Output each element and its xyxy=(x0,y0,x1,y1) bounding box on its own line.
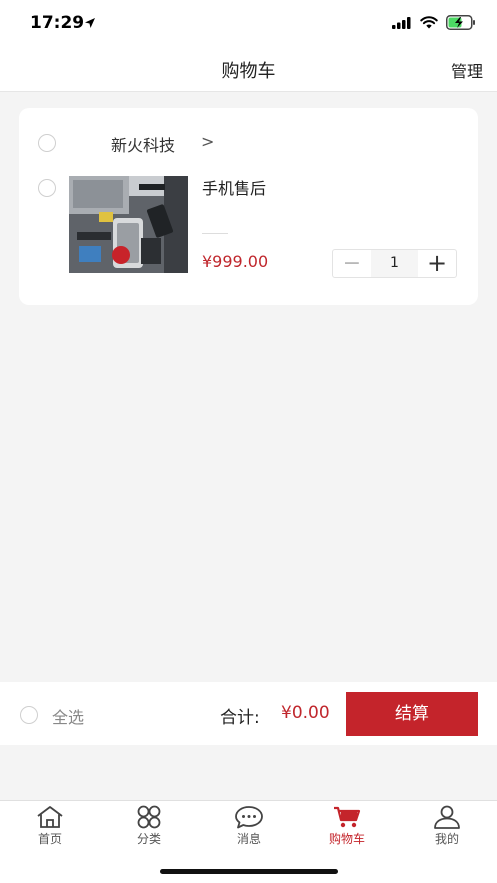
select-all-radio[interactable] xyxy=(20,706,38,724)
tab-home[interactable]: 首页 xyxy=(10,805,90,851)
tab-cart[interactable]: 购物车 xyxy=(307,805,387,851)
tab-mine-label: 我的 xyxy=(434,832,459,846)
cart-shop-card: 新火科技 > 手机售后 ¥999.00 − 1 + xyxy=(19,108,478,305)
tab-category[interactable]: 分类 xyxy=(109,805,189,851)
select-all-label[interactable]: 全选 xyxy=(52,704,84,728)
quantity-stepper: − 1 + xyxy=(332,249,457,278)
user-icon xyxy=(434,805,460,829)
checkout-bar: 全选 合计: ¥0.00 结算 xyxy=(0,682,497,745)
total-label: 合计: xyxy=(220,708,260,728)
message-icon xyxy=(235,806,263,829)
nav-bar: 购物车 管理 xyxy=(0,46,497,92)
category-icon xyxy=(137,805,161,829)
quantity-value[interactable]: 1 xyxy=(371,250,418,277)
location-arrow-icon xyxy=(85,18,95,28)
product-image[interactable] xyxy=(69,176,188,273)
tab-messages-label: 消息 xyxy=(236,832,261,846)
wifi-icon xyxy=(420,16,438,29)
page-title: 购物车 xyxy=(221,61,276,82)
shop-arrow-icon[interactable]: > xyxy=(201,132,214,151)
tab-home-label: 首页 xyxy=(37,832,62,846)
product-spec-divider xyxy=(202,233,228,234)
total-value: ¥0.00 xyxy=(281,703,330,723)
tab-cart-label: 购物车 xyxy=(328,832,365,846)
cellular-signal-icon xyxy=(392,17,411,29)
checkout-button[interactable]: 结算 xyxy=(346,692,478,736)
tab-category-label: 分类 xyxy=(136,832,161,846)
home-indicator xyxy=(160,869,338,874)
tab-mine[interactable]: 我的 xyxy=(407,805,487,851)
status-bar: 17:29 xyxy=(0,0,497,46)
status-time: 17:29 xyxy=(30,13,85,33)
shop-select-radio[interactable] xyxy=(38,134,56,152)
product-title[interactable]: 手机售后 xyxy=(202,175,266,199)
quantity-increase-button[interactable]: + xyxy=(418,250,456,277)
tab-messages[interactable]: 消息 xyxy=(209,805,289,851)
cart-icon xyxy=(334,806,361,828)
product-price: ¥999.00 xyxy=(202,252,269,271)
manage-button[interactable]: 管理 xyxy=(451,58,483,82)
shop-name[interactable]: 新火科技 xyxy=(111,132,175,156)
item-select-radio[interactable] xyxy=(38,179,56,197)
home-icon xyxy=(37,806,63,828)
quantity-decrease-button[interactable]: − xyxy=(333,250,371,277)
battery-charging-icon xyxy=(446,15,475,30)
